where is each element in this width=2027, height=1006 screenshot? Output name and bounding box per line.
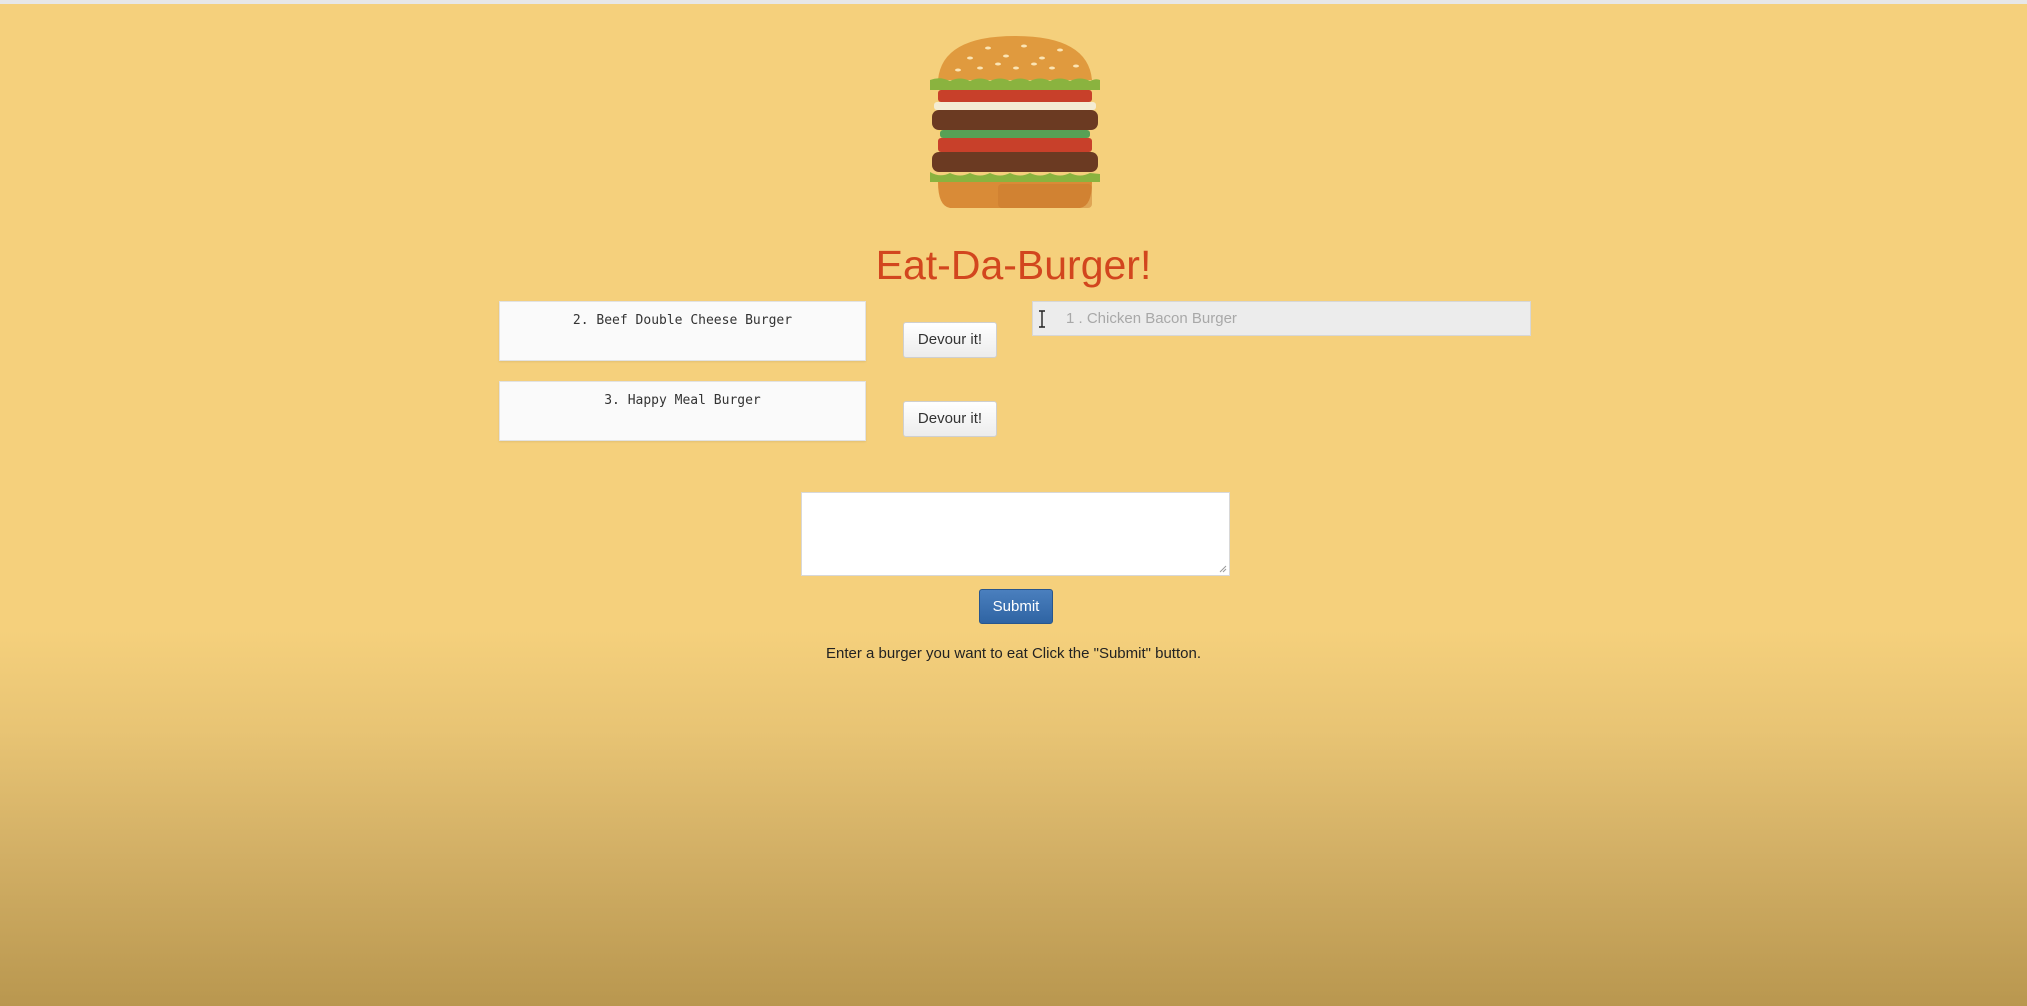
burger-logo-icon	[930, 36, 1100, 208]
submit-button[interactable]: Submit	[979, 589, 1053, 624]
devour-button[interactable]: Devour it!	[903, 322, 997, 358]
text-cursor-icon	[1039, 310, 1045, 328]
devour-button[interactable]: Devour it!	[903, 401, 997, 437]
instructions-text: Enter a burger you want to eat Click the…	[825, 645, 1201, 662]
devoured-burger-item: 1 . Chicken Bacon Burger	[1032, 301, 1531, 336]
page-title: Eat-Da-Burger!	[875, 242, 1152, 288]
resize-grip-icon[interactable]	[1218, 564, 1227, 573]
burger-item: 3. Happy Meal Burger	[499, 381, 866, 441]
burger-name-textarea[interactable]	[801, 492, 1230, 576]
burger-item: 2. Beef Double Cheese Burger	[499, 301, 866, 361]
top-border	[0, 0, 2027, 4]
